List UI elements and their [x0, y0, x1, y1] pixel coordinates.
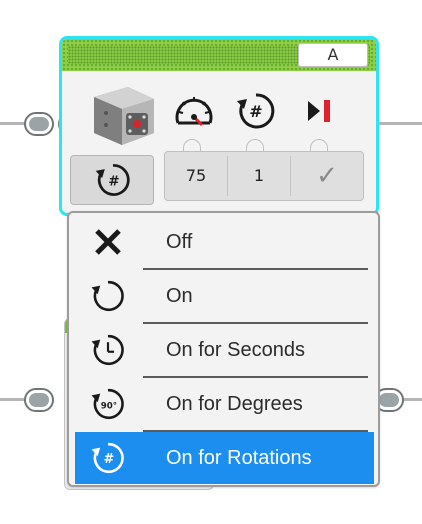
port-selector[interactable]: A: [298, 43, 368, 67]
mode-dropdown-menu: Off On On for Seconds 90° On for Degrees: [67, 211, 380, 487]
menu-item-on-for-rotations[interactable]: # On for Rotations: [75, 432, 374, 484]
menu-item-on-for-degrees[interactable]: 90° On for Degrees: [75, 378, 374, 430]
x-icon: [95, 229, 121, 255]
menu-item-label: On for Seconds: [166, 339, 305, 361]
svg-text:#: #: [249, 102, 262, 121]
brake-value[interactable]: ✓: [291, 152, 363, 200]
power-gauge-icon: [175, 97, 213, 127]
svg-text:#: #: [103, 452, 114, 467]
seconds-icon: [91, 334, 124, 366]
mode-selector-button[interactable]: #: [70, 155, 154, 205]
menu-item-label: On for Rotations: [166, 447, 312, 469]
degrees-icon: 90°: [91, 388, 124, 420]
menu-item-off[interactable]: Off: [75, 216, 374, 268]
svg-text:#: #: [108, 173, 119, 189]
rotations-value[interactable]: 1: [228, 152, 290, 200]
large-motor-block[interactable]: A # 75 1 ✓ #: [59, 36, 379, 216]
sequence-plug-left-bottom[interactable]: [24, 388, 54, 412]
menu-item-on[interactable]: On: [75, 270, 374, 322]
power-value[interactable]: 75: [165, 152, 227, 200]
rotations-mode-icon: #: [95, 164, 130, 196]
sequence-wire-right-top: [372, 122, 422, 125]
menu-item-label: On for Degrees: [166, 393, 303, 415]
menu-item-label: Off: [166, 231, 193, 253]
menu-item-label: On: [166, 285, 193, 307]
rotations-icon: #: [91, 442, 124, 474]
block-header: A: [62, 39, 376, 71]
sequence-plug-left-top[interactable]: [24, 112, 54, 136]
svg-text:90°: 90°: [101, 401, 117, 411]
rotate-icon: [91, 280, 124, 312]
parameter-values: 75 1 ✓: [164, 151, 364, 201]
menu-item-on-for-seconds[interactable]: On for Seconds: [75, 324, 374, 376]
large-motor-icon: [94, 87, 154, 145]
rotations-param-icon: #: [237, 93, 275, 129]
brake-at-end-icon: [308, 100, 330, 122]
